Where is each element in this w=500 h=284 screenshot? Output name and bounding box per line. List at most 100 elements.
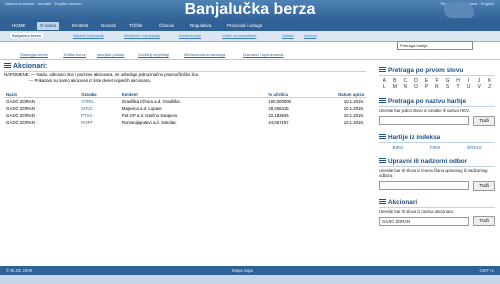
cell-oznaka-link[interactable]: PTSA xyxy=(79,112,120,119)
footer-timezone: GMT+1 xyxy=(479,268,494,273)
letter-link[interactable]: R xyxy=(432,84,443,90)
index-link[interactable]: BIRS xyxy=(392,145,403,150)
link-trzista[interactable]: Tržišta berze xyxy=(63,52,86,57)
cell-ucesce: 24,067197 xyxy=(268,120,289,125)
section-header-akcionari: Akcionari: xyxy=(4,62,366,72)
box-title: Pretraga po nazivu hartije xyxy=(379,97,495,107)
search-input[interactable]: Pretraga hartija xyxy=(397,41,473,50)
box-title-text: Upravni ili nadzorni odbor xyxy=(388,157,468,165)
cell-ucesce: 100,000000 xyxy=(268,99,292,104)
hov-search-input[interactable] xyxy=(379,116,470,125)
sidebar: Pretraga po prvom slovu A B C D E F G H … xyxy=(379,66,495,233)
subnav-seminari[interactable]: Seminari i edukacija xyxy=(124,33,160,38)
header-bar: Naslovna strana · Kontakt · English vers… xyxy=(0,0,500,21)
bottom-band xyxy=(0,275,500,284)
nav-regulativa[interactable]: Regulativa xyxy=(190,23,211,28)
search-row: GAJIĆ ZORAN Traži xyxy=(379,216,495,226)
search-go-button[interactable]: » xyxy=(474,41,482,49)
box-title: Akcionari xyxy=(379,198,495,208)
odbor-search-button[interactable]: Traži xyxy=(473,180,495,191)
box-akcionari: Akcionari Unesite bar tri slova iz naziv… xyxy=(379,198,495,226)
letter-link[interactable]: Z xyxy=(484,84,495,90)
link-godisnji[interactable]: Godišnji izvještaji xyxy=(138,52,169,57)
letter-link[interactable]: P xyxy=(421,84,432,90)
secondary-links: Strategija berze Tržišta berze Istorijsk… xyxy=(0,51,500,60)
site-title: Banjalučka berza xyxy=(184,1,316,18)
cell-oznaka-link[interactable]: MJVC xyxy=(79,105,120,112)
cell-datum: 10.1.2019. xyxy=(343,120,364,125)
cell-naziv: GAJIĆ ZORAN xyxy=(6,99,35,104)
akcionari-search-button[interactable]: Traži xyxy=(473,216,495,226)
col-naziv: Naziv xyxy=(4,85,80,98)
col-datum: Datum upisa xyxy=(321,85,366,98)
subnav-sistemi[interactable]: Sistemi trgovanja xyxy=(73,33,104,38)
table-row: GAJIĆ ZORAN MJVC Majevica a.d. Lopare 28… xyxy=(4,105,366,112)
footer-copyright: © BLSE 2009 xyxy=(6,268,33,273)
cell-emitent: Gradiška tržnica a.d. Gradiška xyxy=(121,99,180,104)
nav-home[interactable]: HOME xyxy=(12,23,26,28)
nav-proizvodi[interactable]: Proizvodi i usluge xyxy=(227,23,262,28)
bull-logo-icon xyxy=(444,2,474,18)
cell-naziv: GAJIĆ ZORAN xyxy=(6,120,35,125)
subnav-vodic[interactable]: Vodič za investitore xyxy=(222,33,256,38)
col-oznaka: Oznaka xyxy=(79,85,120,98)
subnav-konferencije[interactable]: Konferencije xyxy=(179,33,201,38)
akcionari-search-input[interactable]: GAJIĆ ZORAN xyxy=(379,216,470,226)
cell-naziv: GAJIĆ ZORAN xyxy=(6,106,35,111)
letter-link[interactable]: O xyxy=(411,84,422,90)
table-row: GAJIĆ ZORAN GTRG Gradiška tržnica a.d. G… xyxy=(4,98,366,106)
main-content: Akcionari: NAPOMENE: --- Naziv, odnosno … xyxy=(4,62,366,126)
box-title: Upravni ili nadzorni odbor xyxy=(379,157,495,167)
box-note: Unesite bar jedno slovo iz oznake ili na… xyxy=(379,108,470,113)
cell-datum: 10.1.2019. xyxy=(343,99,364,104)
note-line-2: --- Prikazani su samo akcionari iz liste… xyxy=(29,78,151,83)
footer-sitemap-link[interactable]: Mapa sajta xyxy=(232,268,253,273)
footer: © BLSE 2009 Mapa sajta GMT+1 xyxy=(0,266,500,275)
table-header-row: Naziv Oznaka Emitent % učešća Datum upis… xyxy=(4,85,366,98)
link-istorijski[interactable]: Istorijski podaci xyxy=(97,52,124,57)
list-icon xyxy=(4,63,11,69)
letter-link[interactable]: L xyxy=(379,84,390,90)
nav-trziste[interactable]: Tržište xyxy=(129,23,142,28)
subnav-banjaluka-berza[interactable]: Banjaluka berza xyxy=(10,33,43,38)
subnav-linkovi[interactable]: Linkovi xyxy=(304,33,316,38)
search-row: Traži xyxy=(379,115,495,126)
list-icon xyxy=(379,67,386,73)
search-row: Traži xyxy=(379,180,495,191)
subnav-ostalo[interactable]: Ostalo xyxy=(282,33,294,38)
box-note: Unesite bar tri slova iz imena člana upr… xyxy=(379,167,488,179)
box-indeksi: Hartije iz indeksa BIRS FIRS ERS10 xyxy=(379,133,495,150)
letter-link[interactable]: M xyxy=(390,84,401,90)
letter-link[interactable]: T xyxy=(453,84,464,90)
letter-link[interactable]: V xyxy=(474,84,485,90)
list-icon xyxy=(379,157,386,164)
cell-oznaka-link[interactable]: GTRG xyxy=(79,98,120,106)
cell-naziv: GAJIĆ ZORAN xyxy=(6,113,35,118)
index-link[interactable]: FIRS xyxy=(430,145,440,150)
col-ucesce: % učešća xyxy=(266,85,322,98)
hov-search-button[interactable]: Traži xyxy=(473,115,495,126)
nav-novosti[interactable]: Novosti xyxy=(101,23,116,28)
letter-link[interactable]: U xyxy=(463,84,474,90)
odbor-search-input[interactable] xyxy=(379,181,470,190)
nav-o-nama[interactable]: O nama xyxy=(37,22,60,30)
cell-emitent: Majevica a.d. Lopare xyxy=(121,106,162,111)
cell-emitent: Put GP a.d. Istočno Sarajevo xyxy=(121,113,178,118)
cell-datum: 10.1.2019. xyxy=(343,106,364,111)
box-title-text: Hartije iz indeksa xyxy=(388,133,441,141)
link-domacin[interactable]: Domaćin i sponzorstva xyxy=(243,52,283,57)
link-strategija[interactable]: Strategija berze xyxy=(20,52,48,57)
akcionari-table: Naziv Oznaka Emitent % učešća Datum upis… xyxy=(4,85,366,126)
index-link[interactable]: ERS10 xyxy=(467,145,481,150)
cell-ucesce: 22,183845 xyxy=(268,113,289,118)
letter-link[interactable]: N xyxy=(400,84,411,90)
box-title-text: Pretraga po prvom slovu xyxy=(388,67,464,74)
letter-link[interactable]: S xyxy=(442,84,453,90)
nav-clanovi[interactable]: Članovi xyxy=(159,23,174,28)
cell-emitent: Romanijaputevi a.d. Sokolac xyxy=(121,120,177,125)
cell-oznaka-link[interactable]: ROPT xyxy=(79,119,120,126)
page-title: Akcionari: xyxy=(13,63,48,70)
box-title-text: Pretraga po nazivu hartije xyxy=(388,98,467,105)
link-medjunarodna[interactable]: Međunarodna saradnja xyxy=(184,52,225,57)
nav-emitenti[interactable]: Emitenti xyxy=(72,23,88,28)
